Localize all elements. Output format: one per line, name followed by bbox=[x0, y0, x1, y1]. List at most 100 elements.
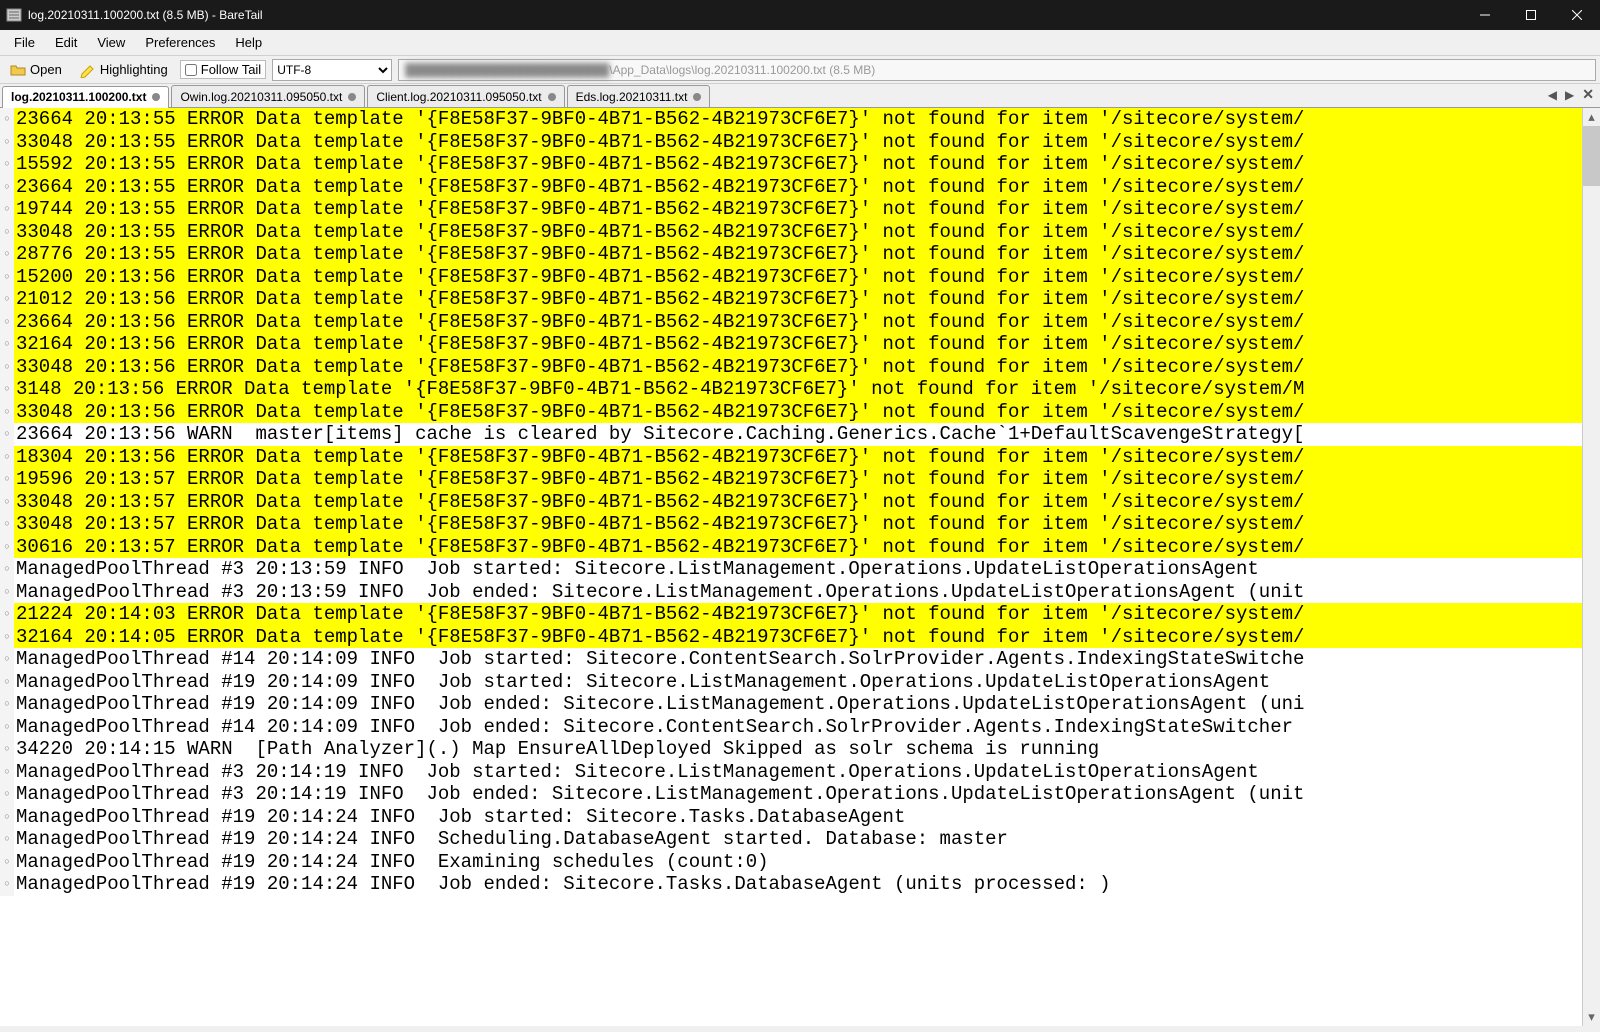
log-line[interactable]: 33048 20:13:56 ERROR Data template '{F8E… bbox=[0, 356, 1600, 379]
log-line[interactable]: ManagedPoolThread #19 20:14:24 INFO Sche… bbox=[0, 828, 1600, 851]
log-line[interactable]: ManagedPoolThread #19 20:14:09 INFO Job … bbox=[0, 693, 1600, 716]
open-button[interactable]: Open bbox=[4, 60, 68, 80]
gutter-marker-icon bbox=[0, 288, 14, 311]
gutter-marker-icon bbox=[0, 221, 14, 244]
log-line[interactable]: 32164 20:14:05 ERROR Data template '{F8E… bbox=[0, 626, 1600, 649]
tab-nav: ◀ ▶ ✕ bbox=[1546, 86, 1596, 103]
log-text: 32164 20:14:05 ERROR Data template '{F8E… bbox=[14, 626, 1600, 649]
menu-edit[interactable]: Edit bbox=[45, 33, 87, 52]
log-line[interactable]: ManagedPoolThread #19 20:14:09 INFO Job … bbox=[0, 671, 1600, 694]
tab-label: Client.log.20210311.095050.txt bbox=[376, 90, 541, 104]
menu-help[interactable]: Help bbox=[225, 33, 272, 52]
gutter-marker-icon bbox=[0, 783, 14, 806]
log-area[interactable]: 23664 20:13:55 ERROR Data template '{F8E… bbox=[0, 108, 1600, 1026]
log-line[interactable]: 33048 20:13:56 ERROR Data template '{F8E… bbox=[0, 401, 1600, 424]
log-text: 3148 20:13:56 ERROR Data template '{F8E5… bbox=[14, 378, 1600, 401]
gutter-marker-icon bbox=[0, 153, 14, 176]
menu-preferences[interactable]: Preferences bbox=[135, 33, 225, 52]
log-text: ManagedPoolThread #3 20:13:59 INFO Job e… bbox=[14, 581, 1600, 604]
vertical-scrollbar[interactable]: ▴ ▾ bbox=[1582, 108, 1600, 1026]
log-line[interactable]: 21224 20:14:03 ERROR Data template '{F8E… bbox=[0, 603, 1600, 626]
log-line[interactable]: 23664 20:13:55 ERROR Data template '{F8E… bbox=[0, 108, 1600, 131]
log-line[interactable]: 23664 20:13:56 ERROR Data template '{F8E… bbox=[0, 311, 1600, 334]
log-line[interactable]: 3148 20:13:56 ERROR Data template '{F8E5… bbox=[0, 378, 1600, 401]
log-line[interactable]: 15592 20:13:55 ERROR Data template '{F8E… bbox=[0, 153, 1600, 176]
log-line[interactable]: ManagedPoolThread #3 20:14:19 INFO Job s… bbox=[0, 761, 1600, 784]
log-line[interactable]: ManagedPoolThread #19 20:14:24 INFO Job … bbox=[0, 806, 1600, 829]
gutter-marker-icon bbox=[0, 806, 14, 829]
log-text: 15200 20:13:56 ERROR Data template '{F8E… bbox=[14, 266, 1600, 289]
log-line[interactable]: 30616 20:13:57 ERROR Data template '{F8E… bbox=[0, 536, 1600, 559]
log-text: 21224 20:14:03 ERROR Data template '{F8E… bbox=[14, 603, 1600, 626]
app-icon bbox=[6, 7, 22, 23]
log-line[interactable]: ManagedPoolThread #3 20:13:59 INFO Job e… bbox=[0, 581, 1600, 604]
log-text: ManagedPoolThread #19 20:14:09 INFO Job … bbox=[14, 671, 1600, 694]
log-line[interactable]: ManagedPoolThread #19 20:14:24 INFO Exam… bbox=[0, 851, 1600, 874]
log-line[interactable]: ManagedPoolThread #3 20:14:19 INFO Job e… bbox=[0, 783, 1600, 806]
log-line[interactable]: ManagedPoolThread #14 20:14:09 INFO Job … bbox=[0, 716, 1600, 739]
log-line[interactable]: 33048 20:13:55 ERROR Data template '{F8E… bbox=[0, 221, 1600, 244]
titlebar: log.20210311.100200.txt (8.5 MB) - BareT… bbox=[0, 0, 1600, 30]
log-text: ManagedPoolThread #14 20:14:09 INFO Job … bbox=[14, 716, 1600, 739]
minimize-button[interactable] bbox=[1462, 0, 1508, 30]
scroll-down-icon[interactable]: ▾ bbox=[1583, 1008, 1600, 1026]
resize-grip[interactable] bbox=[0, 1026, 1600, 1032]
gutter-marker-icon bbox=[0, 423, 14, 446]
log-line[interactable]: 33048 20:13:57 ERROR Data template '{F8E… bbox=[0, 491, 1600, 514]
log-line[interactable]: 32164 20:13:56 ERROR Data template '{F8E… bbox=[0, 333, 1600, 356]
follow-tail-label: Follow Tail bbox=[201, 62, 261, 77]
maximize-button[interactable] bbox=[1508, 0, 1554, 30]
encoding-select[interactable]: UTF-8 bbox=[272, 59, 392, 81]
log-text: 33048 20:13:57 ERROR Data template '{F8E… bbox=[14, 491, 1600, 514]
close-button[interactable] bbox=[1554, 0, 1600, 30]
log-line[interactable]: 33048 20:13:55 ERROR Data template '{F8E… bbox=[0, 131, 1600, 154]
tab-close-icon[interactable]: ✕ bbox=[1580, 86, 1596, 103]
log-text: 19744 20:13:55 ERROR Data template '{F8E… bbox=[14, 198, 1600, 221]
log-line[interactable]: 15200 20:13:56 ERROR Data template '{F8E… bbox=[0, 266, 1600, 289]
gutter-marker-icon bbox=[0, 581, 14, 604]
folder-open-icon bbox=[10, 62, 26, 78]
gutter-marker-icon bbox=[0, 738, 14, 761]
log-line[interactable]: 34220 20:14:15 WARN [Path Analyzer](.) M… bbox=[0, 738, 1600, 761]
log-line[interactable]: ManagedPoolThread #14 20:14:09 INFO Job … bbox=[0, 648, 1600, 671]
gutter-marker-icon bbox=[0, 851, 14, 874]
window-title: log.20210311.100200.txt (8.5 MB) - BareT… bbox=[28, 8, 263, 22]
follow-tail-checkbox[interactable] bbox=[185, 64, 197, 76]
scroll-thumb[interactable] bbox=[1583, 126, 1600, 186]
tab-dot-icon bbox=[693, 93, 701, 101]
tab[interactable]: Client.log.20210311.095050.txt bbox=[367, 85, 564, 107]
tab-label: log.20210311.100200.txt bbox=[11, 90, 146, 104]
gutter-marker-icon bbox=[0, 333, 14, 356]
tab[interactable]: Eds.log.20210311.txt bbox=[567, 85, 711, 107]
menu-view[interactable]: View bbox=[87, 33, 135, 52]
log-text: 30616 20:13:57 ERROR Data template '{F8E… bbox=[14, 536, 1600, 559]
gutter-marker-icon bbox=[0, 873, 14, 896]
tab[interactable]: log.20210311.100200.txt bbox=[2, 86, 169, 108]
log-text: ManagedPoolThread #3 20:14:19 INFO Job e… bbox=[14, 783, 1600, 806]
log-line[interactable]: 21012 20:13:56 ERROR Data template '{F8E… bbox=[0, 288, 1600, 311]
tab-prev-icon[interactable]: ◀ bbox=[1546, 88, 1559, 102]
gutter-marker-icon bbox=[0, 603, 14, 626]
gutter-marker-icon bbox=[0, 716, 14, 739]
log-line[interactable]: 33048 20:13:57 ERROR Data template '{F8E… bbox=[0, 513, 1600, 536]
scroll-up-icon[interactable]: ▴ bbox=[1583, 108, 1600, 126]
log-line[interactable]: ManagedPoolThread #3 20:13:59 INFO Job s… bbox=[0, 558, 1600, 581]
log-line[interactable]: 23664 20:13:56 WARN master[items] cache … bbox=[0, 423, 1600, 446]
gutter-marker-icon bbox=[0, 108, 14, 131]
gutter-marker-icon bbox=[0, 198, 14, 221]
follow-tail-toggle[interactable]: Follow Tail bbox=[180, 60, 266, 79]
tab-label: Eds.log.20210311.txt bbox=[576, 90, 688, 104]
gutter-marker-icon bbox=[0, 761, 14, 784]
log-line[interactable]: ManagedPoolThread #19 20:14:24 INFO Job … bbox=[0, 873, 1600, 896]
log-line[interactable]: 18304 20:13:56 ERROR Data template '{F8E… bbox=[0, 446, 1600, 469]
log-line[interactable]: 23664 20:13:55 ERROR Data template '{F8E… bbox=[0, 176, 1600, 199]
open-label: Open bbox=[30, 62, 62, 77]
log-line[interactable]: 28776 20:13:55 ERROR Data template '{F8E… bbox=[0, 243, 1600, 266]
menu-file[interactable]: File bbox=[4, 33, 45, 52]
tab[interactable]: Owin.log.20210311.095050.txt bbox=[171, 85, 365, 107]
log-line[interactable]: 19744 20:13:55 ERROR Data template '{F8E… bbox=[0, 198, 1600, 221]
gutter-marker-icon bbox=[0, 446, 14, 469]
highlighting-button[interactable]: Highlighting bbox=[74, 60, 174, 80]
tab-next-icon[interactable]: ▶ bbox=[1563, 88, 1576, 102]
log-line[interactable]: 19596 20:13:57 ERROR Data template '{F8E… bbox=[0, 468, 1600, 491]
